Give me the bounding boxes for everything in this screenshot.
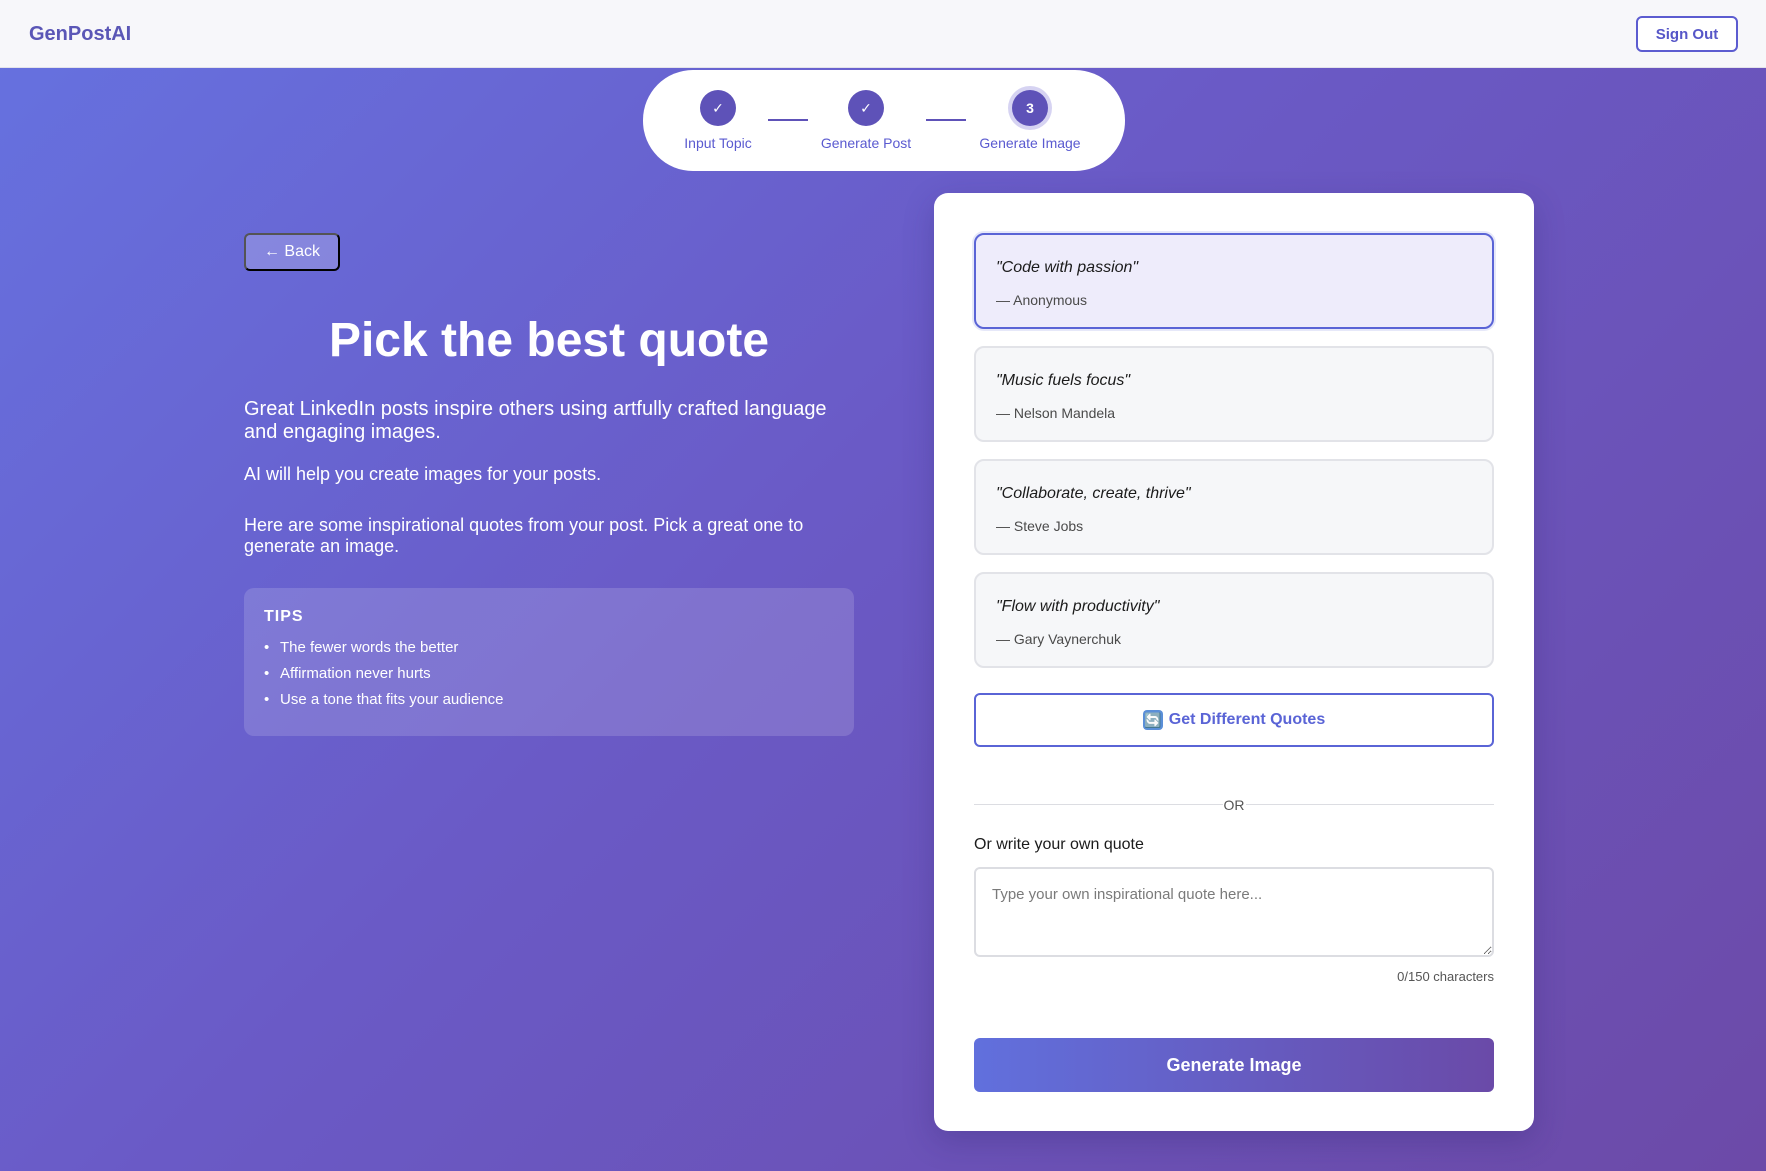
step-connector-1 <box>768 119 808 121</box>
step-1-check-icon: ✓ <box>700 90 736 126</box>
or-divider-text: OR <box>934 797 1534 813</box>
bullet-icon: • <box>264 639 270 656</box>
description-secondary: AI will help you create images for your … <box>244 464 602 484</box>
bullet-icon: • <box>264 691 270 708</box>
top-header: GenPostAI Sign Out <box>0 0 1766 68</box>
quote-option-1[interactable]: "Code with passion" — Anonymous <box>974 233 1494 329</box>
quote-selection-card: "Code with passion" — Anonymous "Music f… <box>934 193 1534 1131</box>
quote-text: "Code with passion" <box>996 259 1139 276</box>
sign-out-button[interactable]: Sign Out <box>1636 16 1738 52</box>
quote-author: — Nelson Mandela <box>996 405 1116 421</box>
quote-text: "Music fuels focus" <box>996 372 1131 389</box>
tip-item: • Use a tone that fits your audience <box>264 691 503 708</box>
step-2-check-icon: ✓ <box>848 90 884 126</box>
get-different-quotes-label: Get Different Quotes <box>1168 711 1326 728</box>
tip-item: • Affirmation never hurts <box>264 665 431 682</box>
quote-author: — Anonymous <box>996 292 1088 308</box>
step-connector-2 <box>926 119 966 121</box>
generate-image-button[interactable]: Generate Image <box>974 1038 1494 1092</box>
tip-item: • The fewer words the better <box>264 639 458 656</box>
app-logo[interactable]: GenPostAI <box>29 23 131 46</box>
tips-title: TIPS <box>264 608 304 625</box>
progress-stepper: ✓ ✓ 3 Input Topic Generate Post Generate… <box>643 70 1125 171</box>
or-label: OR <box>1222 797 1246 813</box>
description-primary: Great LinkedIn posts inspire others usin… <box>244 398 827 443</box>
refresh-icon: 🔄 <box>1142 710 1163 730</box>
tip-text: The fewer words the better <box>280 639 459 656</box>
own-quote-textarea[interactable] <box>974 867 1494 957</box>
character-count: 0/150 characters <box>1397 969 1494 984</box>
quote-option-2[interactable]: "Music fuels focus" — Nelson Mandela <box>974 346 1494 442</box>
quote-author: — Steve Jobs <box>996 518 1084 534</box>
tips-box: TIPS • The fewer words the better • Affirm… <box>244 588 854 736</box>
tip-text: Affirmation never hurts <box>280 665 431 682</box>
quote-text: "Collaborate, create, thrive" <box>996 485 1191 502</box>
page-title: Pick the best quote <box>328 314 770 367</box>
back-button[interactable]: ← Back <box>244 233 340 271</box>
bullet-icon: • <box>264 665 270 682</box>
tip-text: Use a tone that fits your audience <box>280 691 504 708</box>
quote-author: — Gary Vaynerchuk <box>996 631 1122 647</box>
quote-text: "Flow with productivity" <box>996 598 1160 615</box>
step-3-number: 3 <box>1012 90 1048 126</box>
quote-option-4[interactable]: "Flow with productivity" — Gary Vaynerch… <box>974 572 1494 668</box>
step-1-label: Input Topic <box>684 135 752 151</box>
description-instructions: Here are some inspirational quotes from … <box>244 515 804 556</box>
step-3-label: Generate Image <box>979 135 1081 151</box>
step-2-label: Generate Post <box>820 135 912 151</box>
own-quote-label: Or write your own quote <box>974 836 1144 853</box>
quote-option-3[interactable]: "Collaborate, create, thrive" — Steve Jo… <box>974 459 1494 555</box>
get-different-quotes-button[interactable]: 🔄 Get Different Quotes <box>974 693 1494 747</box>
